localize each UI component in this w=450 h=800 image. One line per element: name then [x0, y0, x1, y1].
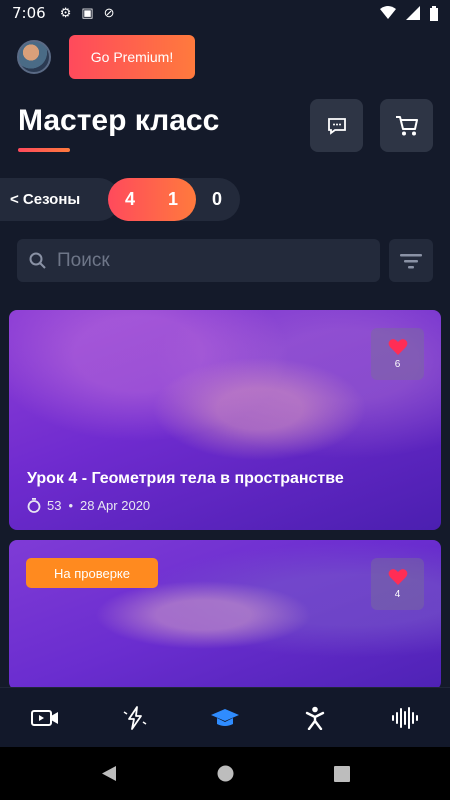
lesson-card[interactable]: На проверке 4 [9, 540, 441, 690]
heart-icon [388, 569, 407, 585]
lesson-meta: 53 • 28 Apr 2020 [27, 498, 150, 513]
status-time: 7:06 [12, 4, 46, 22]
chat-button[interactable] [310, 99, 363, 152]
avatar[interactable] [17, 40, 51, 74]
seasons-back-button[interactable]: < Сезоны [0, 178, 110, 221]
search-box[interactable] [17, 239, 380, 282]
lesson-card[interactable]: 6 Урок 4 - Геометрия тела в пространстве… [9, 310, 441, 530]
stopwatch-icon [27, 498, 41, 513]
count-second[interactable]: 1 [158, 178, 188, 221]
lesson-title: Урок 4 - Геометрия тела в пространстве [27, 470, 344, 487]
nav-item-energy[interactable] [105, 698, 165, 738]
lesson-date: 28 Apr 2020 [80, 498, 151, 513]
back-triangle-icon[interactable] [101, 765, 117, 782]
settings-gear-icon: ⚙ [59, 5, 72, 20]
page-title: Мастер класс [18, 104, 220, 137]
filter-button[interactable] [389, 239, 433, 282]
cart-icon [395, 115, 418, 135]
nav-item-workout[interactable] [285, 698, 345, 738]
sync-icon: ⊘ [103, 5, 115, 20]
a-notification-icon: ▣ [81, 5, 94, 20]
review-status-badge: На проверке [26, 558, 158, 588]
system-nav-bar [0, 747, 450, 800]
title-underline [18, 148, 70, 152]
like-count: 4 [394, 589, 401, 600]
video-icon [31, 709, 58, 726]
like-count: 6 [394, 359, 401, 370]
graduation-cap-icon [211, 708, 239, 726]
seasons-row: < Сезоны 4 1 0 [0, 178, 240, 221]
like-button[interactable]: 6 [371, 328, 424, 380]
search-input[interactable] [57, 249, 347, 272]
lesson-views: 53 [47, 498, 62, 513]
go-premium-button[interactable]: Go Premium! [69, 35, 195, 79]
filter-icon [400, 253, 422, 268]
count-first[interactable]: 4 [115, 178, 145, 221]
cart-button[interactable] [380, 99, 433, 152]
count-third[interactable]: 0 [202, 178, 232, 221]
meta-separator: • [68, 498, 74, 513]
home-circle-icon[interactable] [217, 765, 234, 782]
signal-icon [406, 6, 420, 20]
nav-item-video[interactable] [15, 698, 75, 738]
nav-item-masterclass[interactable] [195, 698, 255, 738]
wifi-icon [380, 6, 396, 19]
person-icon [305, 706, 325, 730]
like-button[interactable]: 4 [371, 558, 424, 610]
status-bar: 7:06 ⚙ ▣ ⊘ [0, 0, 450, 26]
search-icon [29, 252, 46, 269]
nav-item-audio[interactable] [375, 698, 435, 738]
recents-square-icon[interactable] [333, 765, 350, 782]
heart-icon [388, 339, 407, 355]
lightning-icon [123, 705, 147, 730]
sound-wave-icon [392, 706, 418, 729]
battery-icon [430, 5, 438, 21]
bottom-nav [0, 687, 450, 747]
chat-icon [327, 117, 346, 135]
